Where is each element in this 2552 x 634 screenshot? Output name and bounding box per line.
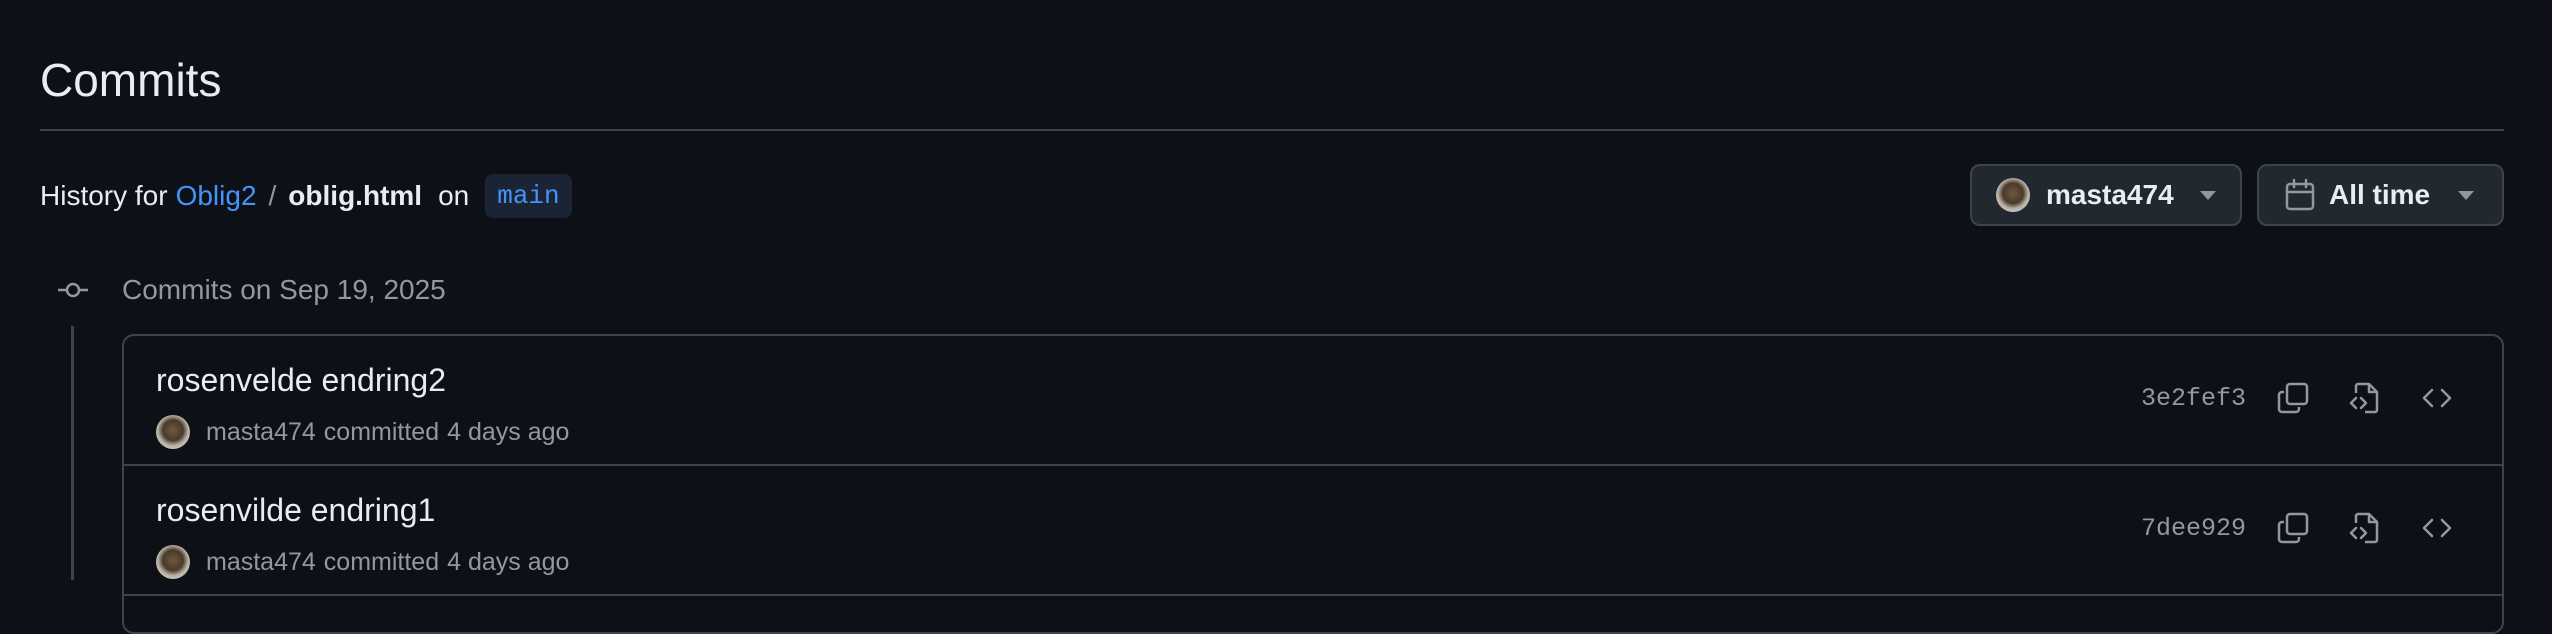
commit-sha[interactable]: 7dee929 — [2141, 512, 2246, 546]
commits-page: Commits History for Oblig2 / oblig.html … — [0, 0, 2552, 634]
file-name: oblig.html — [288, 180, 423, 211]
commit-sha[interactable]: 3e2fef3 — [2141, 382, 2246, 416]
commit-message[interactable]: rosenvilde endring1 — [156, 490, 435, 530]
timeline-line — [71, 326, 74, 580]
view-file-button[interactable] — [2345, 508, 2385, 548]
branch-chip[interactable]: main — [485, 174, 572, 218]
commit-row[interactable]: rosenvelde endring2 masta474 committed 4… — [124, 336, 2502, 466]
history-prefix: History for — [40, 180, 168, 211]
commit-author[interactable]: masta474 — [206, 548, 316, 577]
copy-sha-button[interactable] — [2273, 378, 2313, 418]
commit-list: rosenvelde endring2 masta474 committed 4… — [122, 334, 2504, 634]
author-filter-button[interactable]: masta474 — [1970, 164, 2242, 226]
commit-meta: masta474 committed 4 days ago — [156, 542, 569, 582]
code-icon — [2422, 388, 2452, 408]
path-separator: / — [268, 180, 277, 211]
commit-author[interactable]: masta474 — [206, 418, 316, 447]
title-divider — [40, 129, 2504, 131]
triangle-down-icon — [2458, 190, 2474, 200]
commit-group-date: Commits on Sep 19, 2025 — [122, 274, 446, 305]
calendar-icon — [2285, 179, 2315, 211]
file-code-icon — [2349, 512, 2379, 544]
history-breadcrumb: History for Oblig2 / oblig.html on main — [40, 172, 572, 220]
avatar[interactable] — [156, 415, 190, 449]
copy-sha-button[interactable] — [2273, 508, 2313, 548]
browse-repo-button[interactable] — [2417, 508, 2457, 548]
avatar — [1996, 178, 2030, 212]
commit-time: 4 days ago — [447, 417, 570, 446]
commit-verb: committed — [323, 417, 440, 446]
browse-repo-button[interactable] — [2417, 378, 2457, 418]
repo-link[interactable]: Oblig2 — [176, 180, 257, 212]
avatar[interactable] — [156, 545, 190, 579]
on-label: on — [438, 180, 470, 211]
author-filter-label: masta474 — [2046, 179, 2174, 210]
view-file-button[interactable] — [2345, 378, 2385, 418]
copy-icon — [2277, 382, 2309, 414]
code-icon — [2422, 518, 2452, 538]
time-filter-label: All time — [2329, 179, 2431, 210]
triangle-down-icon — [2200, 190, 2216, 200]
page-title: Commits — [40, 54, 222, 106]
commit-row[interactable]: rosenvilde endring1 masta474 committed 4… — [124, 466, 2502, 596]
file-code-icon — [2349, 382, 2379, 414]
copy-icon — [2277, 512, 2309, 544]
commit-time: 4 days ago — [447, 547, 570, 576]
git-commit-icon — [58, 282, 88, 298]
commit-meta: masta474 committed 4 days ago — [156, 412, 569, 452]
commit-verb: committed — [323, 547, 440, 576]
commit-message[interactable]: rosenvelde endring2 — [156, 360, 446, 400]
time-filter-button[interactable]: All time — [2257, 164, 2504, 226]
